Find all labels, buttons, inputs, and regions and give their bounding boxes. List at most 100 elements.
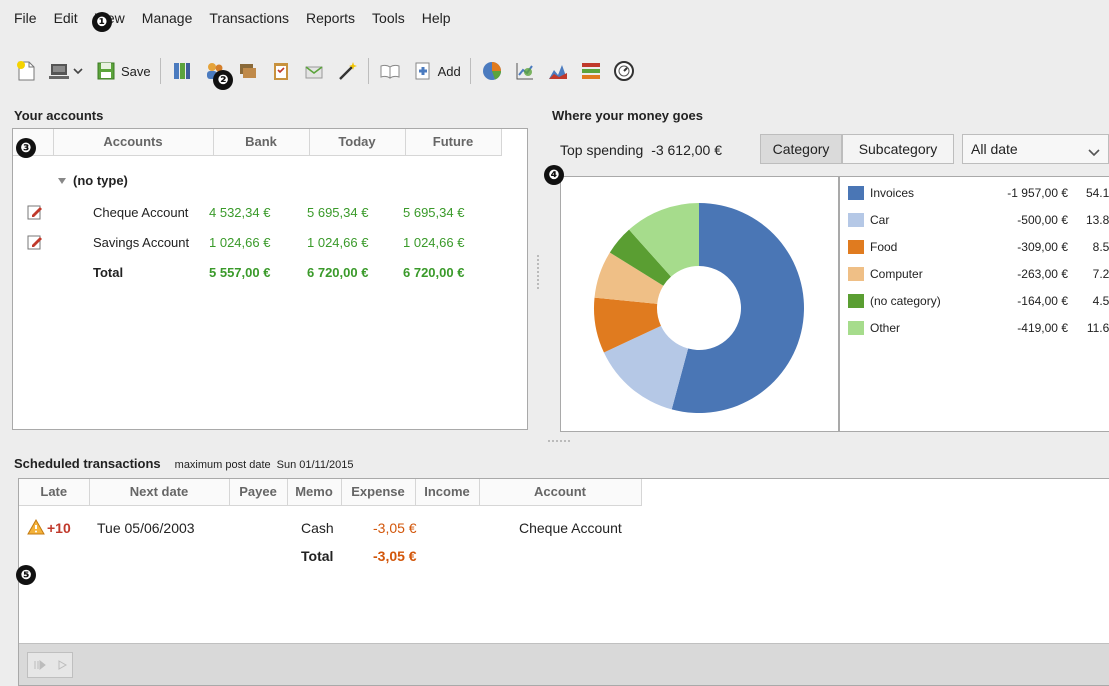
accounts-total-label: Total	[93, 265, 124, 280]
legend-amount: -1 957,00 €	[1007, 186, 1068, 200]
scheduled-nav-buttons	[27, 652, 73, 678]
computer-icon	[47, 59, 71, 83]
expander-down-icon[interactable]	[57, 177, 67, 185]
budget-report-button[interactable]	[579, 56, 603, 86]
budget-button[interactable]	[269, 56, 293, 86]
tab-subcategory[interactable]: Subcategory	[842, 134, 954, 164]
max-post-date-value: Sun 01/11/2015	[276, 459, 354, 471]
legend-percent: 7.28 %	[1092, 267, 1109, 281]
chevron-down-icon[interactable]	[71, 59, 85, 83]
menu-tools[interactable]: Tools	[372, 10, 405, 26]
legend-swatch	[848, 321, 864, 335]
legend-row[interactable]: Food -309,00 € 8.55 %	[848, 239, 1109, 255]
accounts-header-bank[interactable]: Bank	[213, 129, 310, 156]
edit-pencil-icon[interactable]	[27, 204, 43, 223]
accounts-panel: Accounts Bank Today Future (no type) Che…	[12, 128, 528, 430]
warning-icon	[27, 518, 45, 538]
archive-button[interactable]	[302, 56, 326, 86]
post-icon[interactable]	[57, 658, 67, 673]
scheduled-header-late[interactable]: Late	[19, 479, 90, 506]
scheduled-header-expense[interactable]: Expense	[341, 479, 416, 506]
scheduled-header-next-date[interactable]: Next date	[89, 479, 230, 506]
top-spending-label: Top spending	[560, 142, 644, 158]
vehicle-cost-button[interactable]	[612, 56, 636, 86]
menu-help[interactable]: Help	[422, 10, 451, 26]
area-chart-icon	[546, 59, 570, 83]
legend-amount: -419,00 €	[1017, 321, 1068, 335]
account-bank: 4 532,34 €	[209, 205, 271, 220]
legend-swatch	[848, 213, 864, 227]
legend-percent: 8.55 %	[1092, 240, 1109, 254]
callout-2: ❷	[213, 70, 233, 90]
horizontal-splitter-handle[interactable]	[548, 440, 570, 443]
menu-transactions[interactable]: Transactions	[209, 10, 289, 26]
scheduled-total-expense: -3,05 €	[373, 548, 417, 564]
legend-amount: -309,00 €	[1017, 240, 1068, 254]
late-count: +10	[47, 520, 71, 536]
open-button[interactable]	[47, 56, 85, 86]
date-filter-select[interactable]: All date	[962, 134, 1109, 164]
skip-icon[interactable]	[34, 658, 46, 673]
toolbar: Save Add	[0, 48, 1109, 94]
edit-pencil-icon[interactable]	[27, 234, 43, 253]
legend-row[interactable]: (no category) -164,00 € 4.54 %	[848, 293, 1109, 309]
scheduled-header: Scheduled transactions maximum post date…	[14, 456, 354, 471]
accounts-header-accounts[interactable]: Accounts	[53, 129, 214, 156]
accounts-group-label: (no type)	[73, 173, 128, 188]
scheduled-row[interactable]: +10 Tue 05/06/2003 Cash -3,05 € Cheque A…	[19, 517, 1109, 541]
menu-edit[interactable]: Edit	[54, 10, 78, 26]
legend-category: Food	[870, 240, 898, 254]
scheduled-table: Late Next date Payee Memo Expense Income…	[19, 479, 642, 506]
tab-category[interactable]: Category	[760, 134, 842, 164]
accounts-header-today[interactable]: Today	[309, 129, 406, 156]
spending-donut-chart	[594, 203, 804, 413]
show-transactions-button[interactable]	[378, 56, 402, 86]
spending-chart-panel	[560, 176, 839, 432]
menu-reports[interactable]: Reports	[306, 10, 355, 26]
account: Cheque Account	[519, 520, 622, 536]
legend-category: (no category)	[870, 294, 941, 308]
accounts-section-title: Your accounts	[14, 108, 104, 123]
legend-percent: 11.60 %	[1086, 321, 1109, 335]
trend-report-button[interactable]	[513, 56, 537, 86]
account-row[interactable]: Savings Account 1 024,66 € 1 024,66 € 1 …	[13, 231, 527, 255]
scheduled-header-account[interactable]: Account	[479, 479, 642, 506]
legend-category: Computer	[870, 267, 923, 281]
new-file-button[interactable]	[14, 56, 38, 86]
accounts-button[interactable]	[170, 56, 194, 86]
scheduled-header-memo[interactable]: Memo	[287, 479, 342, 506]
legend-row[interactable]: Other -419,00 € 11.60 %	[848, 320, 1109, 336]
max-post-date-label: maximum post date	[174, 459, 271, 471]
menu-manage[interactable]: Manage	[142, 10, 193, 26]
scheduled-header-payee[interactable]: Payee	[229, 479, 288, 506]
vertical-splitter-handle[interactable]	[537, 255, 540, 289]
account-future: 1 024,66 €	[403, 235, 465, 250]
accounts-total-today: 6 720,00 €	[307, 265, 369, 280]
scheduled-header-income[interactable]: Income	[415, 479, 480, 506]
clipboard-icon	[269, 59, 293, 83]
account-row[interactable]: Cheque Account 4 532,34 € 5 695,34 € 5 6…	[13, 201, 527, 225]
accounts-header-future[interactable]: Future	[405, 129, 502, 156]
save-button[interactable]: Save	[94, 56, 151, 86]
toolbar-separator	[367, 58, 369, 84]
legend-row[interactable]: Car -500,00 € 13.84 %	[848, 212, 1109, 228]
account-name: Savings Account	[93, 235, 190, 250]
accounts-group-row[interactable]: (no type)	[57, 173, 128, 188]
balance-report-button[interactable]	[546, 56, 570, 86]
next-date: Tue 05/06/2003	[97, 520, 195, 536]
callout-4: ❹	[544, 165, 564, 185]
menu-file[interactable]: File	[14, 10, 37, 26]
legend-swatch	[848, 267, 864, 281]
callout-5: ❺	[16, 565, 36, 585]
add-transaction-button[interactable]: Add	[411, 56, 461, 86]
categories-button[interactable]	[236, 56, 260, 86]
toolbar-separator	[469, 58, 471, 84]
account-bank: 1 024,66 €	[209, 235, 271, 250]
assign-button[interactable]	[335, 56, 359, 86]
statistics-report-button[interactable]	[480, 56, 504, 86]
legend-row[interactable]: Computer -263,00 € 7.28 %	[848, 266, 1109, 282]
callout-3: ❸	[16, 138, 36, 158]
save-label: Save	[121, 63, 151, 79]
folders-icon	[236, 59, 260, 83]
legend-row[interactable]: Invoices -1 957,00 € 54.18 %	[848, 185, 1109, 201]
